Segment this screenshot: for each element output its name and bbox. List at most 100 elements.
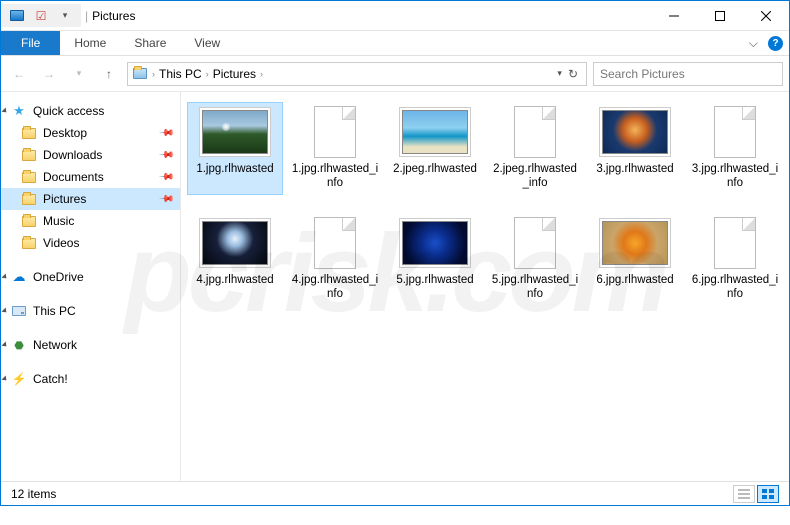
recent-locations-icon[interactable]: ▾ [67,62,91,86]
pin-icon: 📌 [157,125,174,142]
document-icon [714,106,756,158]
sidebar-item-label: Documents [43,170,104,184]
chevron-right-icon[interactable]: › [260,69,263,79]
sidebar-catch[interactable]: ⚡ Catch! [1,368,180,390]
document-icon [314,217,356,269]
up-button[interactable]: ↑ [97,62,121,86]
folder-icon [21,235,37,251]
bolt-icon: ⚡ [11,371,27,387]
file-item[interactable]: 4.jpg.rlhwasted [187,213,283,306]
maximize-button[interactable] [697,1,743,31]
file-item[interactable]: 4.jpg.rlhwasted_info [287,213,383,306]
search-placeholder: Search Pictures [600,67,685,81]
document-icon [514,106,556,158]
chevron-right-icon[interactable]: › [206,69,209,79]
sidebar-item-pictures[interactable]: Pictures📌 [1,188,180,210]
file-name: 2.jpeg.rlhwasted [393,162,477,176]
document-icon [714,217,756,269]
file-item[interactable]: 6.jpg.rlhwasted_info [687,213,783,306]
chevron-right-icon[interactable]: › [152,69,155,79]
qat-dropdown-icon[interactable]: ▾ [57,8,73,24]
sidebar-item-label: Desktop [43,126,87,140]
item-count: 12 items [11,487,56,501]
file-name: 1.jpg.rlhwasted [196,162,273,176]
file-name: 4.jpg.rlhwasted_info [291,273,379,302]
sidebar-label: This PC [33,304,76,318]
breadcrumb-this-pc[interactable]: This PC [159,67,202,81]
breadcrumb[interactable]: › This PC › Pictures › ▾ ↻ [127,62,587,86]
sidebar-label: Quick access [33,104,104,118]
sidebar-onedrive[interactable]: ☁ OneDrive [1,266,180,288]
ribbon-expand-icon[interactable]: ⌵ [749,36,758,51]
file-name: 3.jpg.rlhwasted [596,162,673,176]
sidebar-this-pc[interactable]: This PC [1,300,180,322]
image-thumbnail [202,221,268,265]
tab-home[interactable]: Home [60,31,120,55]
properties-icon[interactable]: ☑ [33,8,49,24]
titlebar-divider: | [85,9,88,23]
image-thumbnail [402,110,468,154]
file-name: 5.jpg.rlhwasted_info [491,273,579,302]
thumbnails-view-button[interactable] [757,485,779,503]
back-button[interactable]: ← [7,62,31,86]
sidebar-label: OneDrive [33,270,84,284]
tab-share[interactable]: Share [120,31,180,55]
document-icon [314,106,356,158]
file-name: 2.jpeg.rlhwasted_info [491,162,579,191]
pin-icon: 📌 [157,169,174,186]
image-thumbnail [602,221,668,265]
file-item[interactable]: 3.jpg.rlhwasted [587,102,683,195]
sidebar-network[interactable]: ⬣ Network [1,334,180,356]
file-name: 4.jpg.rlhwasted [196,273,273,287]
help-icon[interactable]: ? [768,36,783,51]
file-item[interactable]: 5.jpg.rlhwasted_info [487,213,583,306]
sidebar-label: Network [33,338,77,352]
sidebar-item-label: Pictures [43,192,86,206]
file-item[interactable]: 6.jpg.rlhwasted [587,213,683,306]
window-controls [651,1,789,31]
quick-access-toolbar: ☑ ▾ [1,4,81,27]
search-input[interactable]: Search Pictures [593,62,783,86]
pin-icon: 📌 [157,147,174,164]
breadcrumb-folder-icon [132,66,148,82]
sidebar-quick-access[interactable]: ★ Quick access [1,100,180,122]
close-button[interactable] [743,1,789,31]
ribbon: File Home Share View ⌵ ? [1,31,789,56]
statusbar: 12 items [1,481,789,505]
explorer-icon [9,8,25,24]
file-item[interactable]: 2.jpeg.rlhwasted_info [487,102,583,195]
tab-file[interactable]: File [1,31,60,55]
image-thumbnail [402,221,468,265]
file-grid[interactable]: 1.jpg.rlhwasted 1.jpg.rlhwasted_info 2.jpe… [181,92,789,481]
folder-icon [21,213,37,229]
file-item[interactable]: 1.jpg.rlhwasted_info [287,102,383,195]
cloud-icon: ☁ [11,269,27,285]
file-item[interactable]: 5.jpg.rlhwasted [387,213,483,306]
star-icon: ★ [11,103,27,119]
breadcrumb-pictures[interactable]: Pictures [213,67,256,81]
file-item[interactable]: 2.jpeg.rlhwasted [387,102,483,195]
sidebar-item-music[interactable]: Music [1,210,180,232]
forward-button[interactable]: → [37,62,61,86]
folder-icon [21,125,37,141]
window-title: Pictures [92,9,135,23]
tab-view[interactable]: View [180,31,234,55]
folder-icon [21,169,37,185]
folder-icon [21,191,37,207]
sidebar-label: Catch! [33,372,68,386]
details-view-button[interactable] [733,485,755,503]
sidebar: ★ Quick access Desktop📌Downloads📌Documen… [1,92,181,481]
file-item[interactable]: 1.jpg.rlhwasted [187,102,283,195]
pc-icon [11,303,27,319]
titlebar: ☑ ▾ | Pictures [1,1,789,31]
folder-icon [21,147,37,163]
sidebar-item-downloads[interactable]: Downloads📌 [1,144,180,166]
refresh-icon[interactable]: ↻ [568,67,578,81]
breadcrumb-dropdown-icon[interactable]: ▾ [557,68,562,79]
sidebar-item-documents[interactable]: Documents 📌 [1,166,180,188]
sidebar-item-desktop[interactable]: Desktop 📌 [1,122,180,144]
file-name: 3.jpg.rlhwasted_info [691,162,779,191]
file-item[interactable]: 3.jpg.rlhwasted_info [687,102,783,195]
sidebar-item-videos[interactable]: Videos [1,232,180,254]
minimize-button[interactable] [651,1,697,31]
